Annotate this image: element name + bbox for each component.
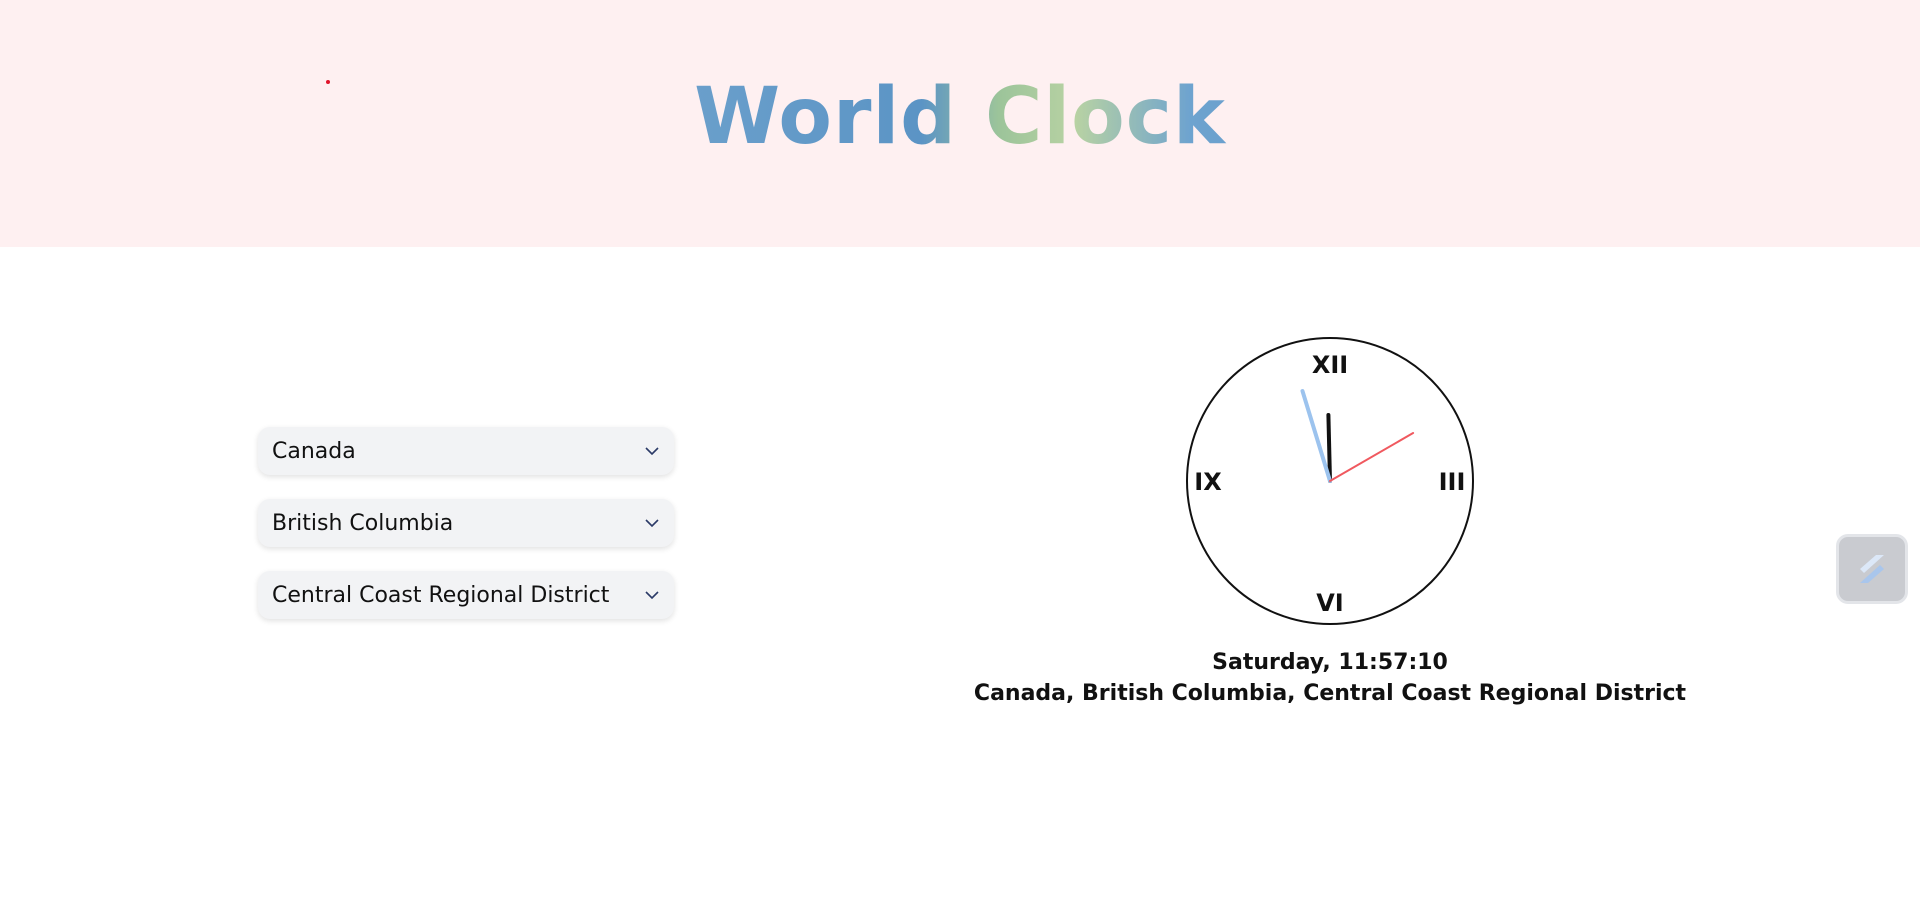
header-banner: World Clock [0, 0, 1920, 247]
day-time-text: Saturday, 11:57:10 [1212, 650, 1448, 675]
extension-icon [1860, 555, 1884, 583]
analog-clock: XII III VI IX [1184, 335, 1476, 627]
chevron-down-icon [644, 515, 660, 531]
numeral-iii: III [1439, 468, 1466, 496]
chevron-down-icon [644, 587, 660, 603]
province-select[interactable]: British Columbia [258, 499, 674, 547]
clock-face: XII III VI IX [1186, 337, 1474, 625]
district-select[interactable]: Central Coast Regional District [258, 571, 674, 619]
numeral-ix: IX [1194, 468, 1222, 496]
country-select[interactable]: Canada [258, 427, 674, 475]
numeral-xii: XII [1312, 351, 1348, 379]
numeral-vi: VI [1316, 589, 1344, 617]
extension-widget[interactable] [1836, 534, 1908, 604]
district-select-value: Central Coast Regional District [272, 582, 610, 608]
chevron-down-icon [644, 443, 660, 459]
country-select-value: Canada [272, 438, 356, 464]
province-select-value: British Columbia [272, 510, 454, 536]
location-text: Canada, British Columbia, Central Coast … [973, 681, 1687, 706]
page-title: World Clock [0, 78, 1920, 156]
